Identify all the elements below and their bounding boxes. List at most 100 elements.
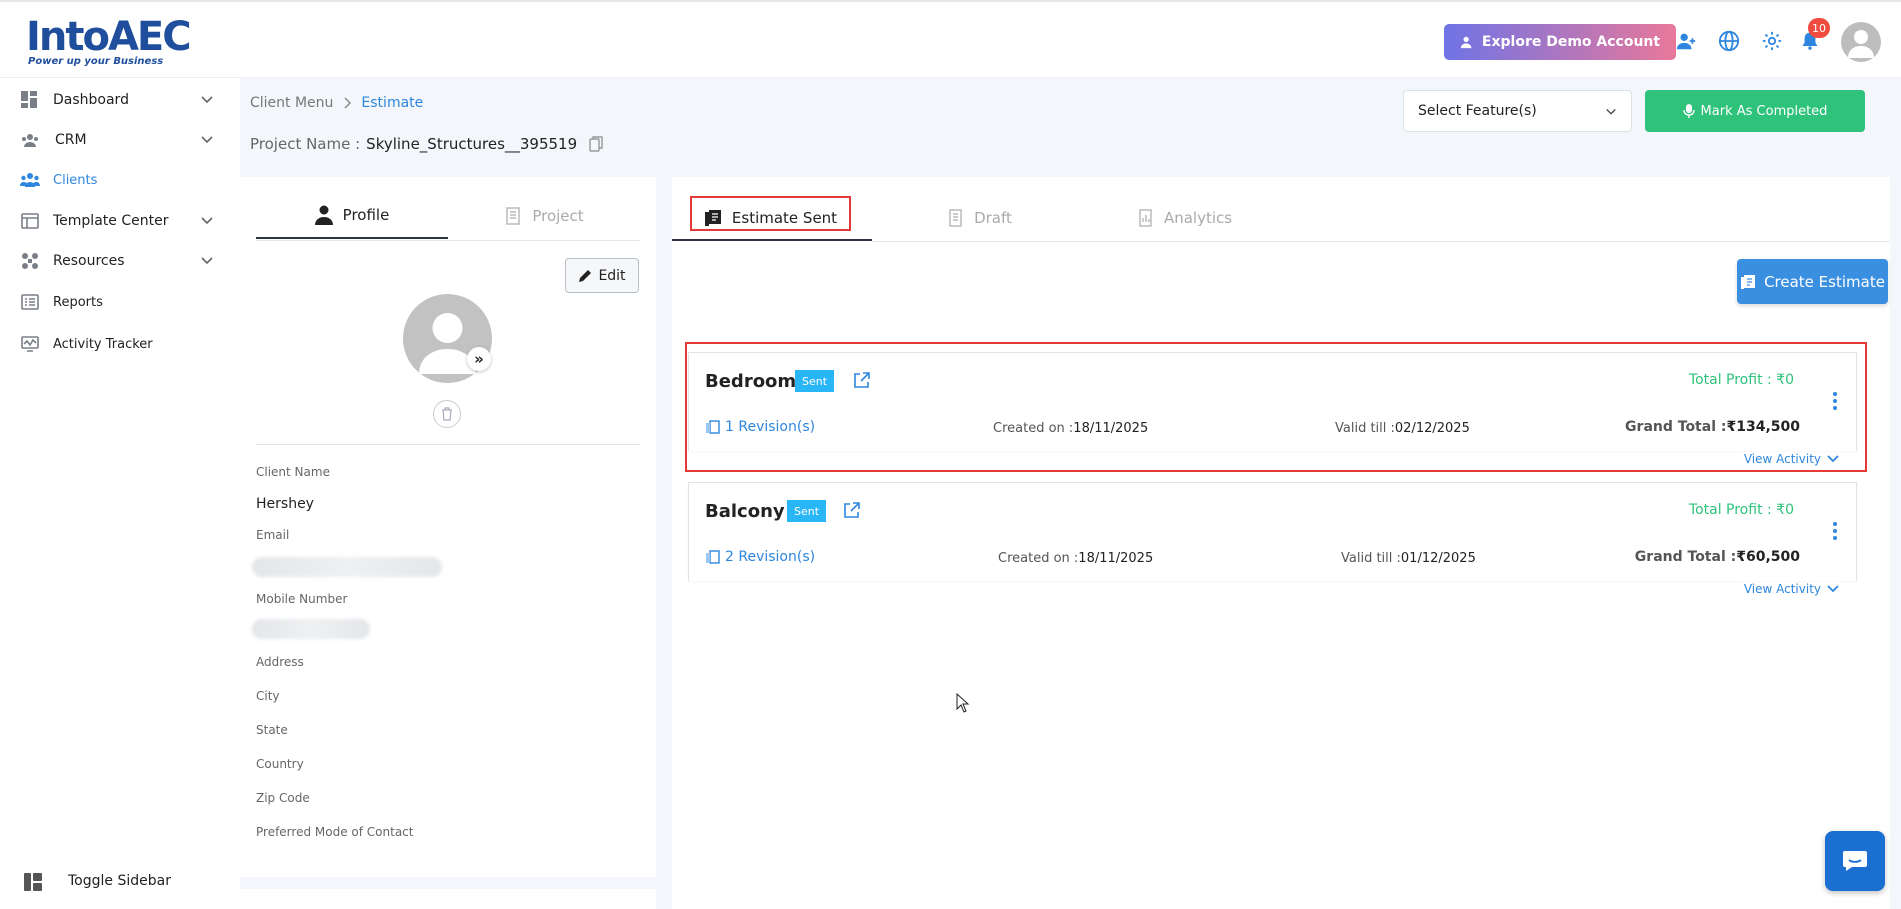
view-activity-label: View Activity [1743, 582, 1821, 596]
logo-wordmark: IntoAEC [26, 14, 192, 60]
tab-profile[interactable]: Profile [256, 193, 448, 239]
mark-as-completed-label: Mark As Completed [1700, 103, 1828, 119]
preferred-contact-label: Preferred Mode of Contact [256, 825, 414, 839]
select-features-label: Select Feature(s) [1418, 103, 1537, 119]
person-icon [314, 205, 333, 225]
explore-demo-button[interactable]: Explore Demo Account [1444, 24, 1676, 60]
tab-project-label: Project [532, 207, 584, 225]
external-link-icon[interactable] [843, 501, 861, 519]
sidebar-item-template-center[interactable]: Template Center [0, 201, 240, 241]
create-estimate-icon [1741, 274, 1756, 289]
tab-draft[interactable]: Draft [930, 198, 1030, 238]
add-user-icon[interactable] [1673, 28, 1699, 54]
user-avatar[interactable] [1841, 22, 1881, 62]
draft-icon [949, 209, 962, 227]
highlight-box-estimate-sent-tab [690, 196, 851, 231]
sidebar-item-clients[interactable]: Clients [0, 160, 240, 200]
mouse-cursor-icon [956, 693, 970, 713]
revision-icon [706, 550, 720, 564]
mic-icon [1682, 104, 1695, 118]
create-estimate-button[interactable]: Create Estimate [1737, 259, 1888, 304]
edit-profile-button[interactable]: Edit [565, 258, 639, 293]
email-label: Email [256, 528, 290, 542]
breadcrumb-client-menu[interactable]: Client Menu [250, 95, 333, 111]
edit-profile-label: Edit [598, 267, 626, 284]
total-profit: Total Profit : ₹0 [1688, 502, 1794, 518]
double-chevron-right-icon[interactable]: » [467, 347, 491, 371]
chevron-right-icon [344, 97, 352, 109]
sidebar-item-crm[interactable]: CRM [0, 120, 240, 160]
copy-icon[interactable] [589, 136, 603, 152]
breadcrumb-estimate: Estimate [361, 95, 424, 111]
mobile-value-redacted [252, 619, 370, 639]
profile-divider [256, 444, 640, 445]
sidebar-label: Dashboard [53, 92, 129, 108]
chevron-down-icon [1606, 108, 1616, 115]
city-label: City [256, 689, 280, 703]
sidebar: Dashboard CRM Clients Template Center Re… [0, 78, 240, 909]
project-name-value: Skyline_Structures__395519 [366, 135, 578, 153]
chevron-down-icon [201, 96, 213, 104]
tab-profile-label: Profile [342, 206, 390, 224]
sidebar-item-reports[interactable]: Reports [0, 282, 240, 322]
secondary-card [240, 889, 656, 909]
pencil-icon [579, 269, 592, 282]
resources-icon [20, 251, 40, 271]
zip-code-label: Zip Code [256, 791, 310, 805]
reports-icon [20, 292, 40, 312]
sidebar-item-activity-tracker[interactable]: Activity Tracker [0, 324, 240, 364]
address-label: Address [256, 655, 304, 669]
toggle-sidebar-button[interactable]: Toggle Sidebar [0, 862, 240, 902]
activity-icon [20, 334, 40, 354]
grand-total-value: ₹60,500 [1736, 549, 1800, 565]
intoaec-logo[interactable]: IntoAEC Power up your Business [26, 10, 192, 68]
kebab-menu-icon[interactable] [1832, 521, 1838, 541]
grand-total-label: Grand Total : [1634, 549, 1737, 565]
chevron-down-icon [201, 136, 213, 144]
sidebar-toggle-icon [24, 873, 42, 895]
valid-till-label: Valid till : [1341, 551, 1401, 566]
estimate-name: Balcony [705, 501, 785, 522]
grand-total: Grand Total :₹60,500 [1635, 549, 1800, 565]
created-on-value: 18/11/2025 [1078, 551, 1154, 566]
create-estimate-label: Create Estimate [1764, 272, 1885, 291]
tab-analytics[interactable]: Analytics [1120, 198, 1250, 238]
country-label: Country [256, 757, 304, 771]
highlight-box-estimate-card [685, 342, 1867, 472]
sidebar-label: Template Center [53, 213, 169, 229]
dashboard-icon [20, 90, 40, 110]
chevron-down-icon [201, 257, 213, 265]
valid-till: Valid till :01/12/2025 [1341, 551, 1476, 566]
globe-icon[interactable] [1716, 28, 1742, 54]
select-features-dropdown[interactable]: Select Feature(s) [1403, 90, 1632, 132]
sidebar-label: Resources [53, 253, 125, 269]
valid-till-value: 01/12/2025 [1400, 551, 1476, 566]
created-on: Created on :18/11/2025 [998, 551, 1153, 566]
created-on-label: Created on : [998, 551, 1079, 566]
chat-support-button[interactable] [1825, 831, 1885, 891]
chevron-down-icon [1827, 585, 1839, 593]
tab-divider [256, 240, 640, 241]
project-name: Project Name : Skyline_Structures__39551… [250, 135, 603, 153]
toggle-sidebar-label: Toggle Sidebar [68, 873, 171, 889]
clients-icon [20, 170, 40, 190]
client-name-value: Hershey [256, 496, 314, 512]
tab-project[interactable]: Project [448, 193, 640, 239]
project-icon [506, 207, 521, 225]
sidebar-item-dashboard[interactable]: Dashboard [0, 80, 240, 120]
revisions-link[interactable]: 2 Revision(s) [705, 549, 815, 565]
trash-icon[interactable] [433, 400, 461, 428]
sidebar-item-resources[interactable]: Resources [0, 241, 240, 281]
gear-icon[interactable] [1759, 28, 1785, 54]
explore-demo-label: Explore Demo Account [1481, 34, 1661, 50]
state-label: State [256, 723, 288, 737]
tab-divider [872, 241, 1890, 242]
tab-draft-label: Draft [974, 209, 1012, 227]
estimate-card[interactable]: Balcony Sent Total Profit : ₹0 2 Revisio… [688, 482, 1857, 581]
sidebar-label: Activity Tracker [53, 336, 153, 352]
mark-as-completed-button[interactable]: Mark As Completed [1645, 90, 1865, 132]
tab-analytics-label: Analytics [1163, 209, 1233, 227]
analytics-icon [1139, 209, 1152, 227]
view-activity-toggle[interactable]: View Activity [1739, 582, 1843, 596]
chevron-down-icon [201, 217, 213, 225]
